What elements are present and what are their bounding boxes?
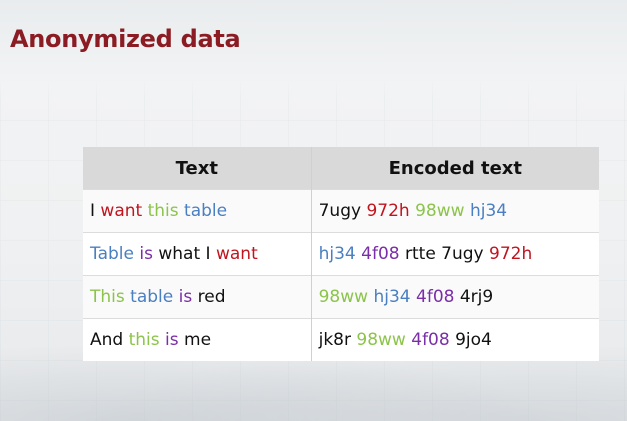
word-segment: 98ww (318, 287, 369, 307)
word-segment: want (215, 244, 258, 264)
header-text: Text (83, 147, 312, 190)
word-segment: 4rj9 (454, 287, 494, 307)
table-header-row: Text Encoded text (83, 147, 599, 190)
anonymized-data-table: Text Encoded text I want this table 7ugy … (83, 147, 599, 361)
word-segment: jk8r (318, 330, 357, 350)
cell-encoded-text: 7ugy 972h 98ww hj34 (310, 189, 599, 233)
word-segment: this (147, 201, 179, 221)
word-segment: want (100, 201, 143, 221)
cell-text: Table is what I want (83, 232, 312, 276)
cell-text: I want this table (83, 189, 312, 233)
table-row: This table is red 98ww hj34 4f08 4rj9 (83, 275, 599, 319)
cell-encoded-text: 98ww hj34 4f08 4rj9 (310, 275, 599, 319)
word-segment: what I (152, 244, 216, 264)
word-segment: 7ugy (318, 201, 367, 221)
word-segment: Table (90, 244, 134, 264)
word-segment: 972h (489, 244, 533, 264)
table-row: I want this table 7ugy 972h 98ww hj34 (83, 189, 599, 233)
word-segment: I (90, 201, 101, 221)
word-segment: 972h (366, 201, 410, 221)
word-segment: is (178, 287, 193, 307)
word-segment: 4f08 (411, 330, 450, 350)
table-row: Table is what I want hj34 4f08 rtte 7ugy … (83, 232, 599, 276)
cell-text: This table is red (83, 275, 312, 319)
word-segment: me (178, 330, 212, 350)
header-encoded-text: Encoded text (310, 147, 599, 190)
cell-encoded-text: hj34 4f08 rtte 7ugy 972h (310, 232, 599, 276)
cell-text: And this is me (83, 318, 312, 361)
word-segment: 98ww (415, 201, 465, 221)
slide-title: Anonymized data (10, 25, 241, 53)
word-segment: red (192, 287, 226, 307)
word-segment: 4f08 (361, 244, 400, 264)
word-segment: hj34 (318, 244, 356, 264)
cell-encoded-text: jk8r 98ww 4f08 9jo4 (310, 318, 599, 361)
table-body: I want this table 7ugy 972h 98ww hj34 Tabl… (83, 189, 599, 361)
word-segment: table (184, 201, 228, 221)
word-segment: This (90, 287, 125, 307)
word-segment: is (139, 244, 153, 264)
word-segment: this (128, 330, 160, 350)
word-segment: is (165, 330, 179, 350)
word-segment: rtte 7ugy (399, 244, 490, 264)
word-segment: table (130, 287, 174, 307)
word-segment: hj34 (373, 287, 411, 307)
word-segment: hj34 (469, 201, 508, 221)
word-segment: 98ww (356, 330, 406, 350)
word-segment: And (90, 330, 129, 350)
word-segment: 4f08 (416, 287, 455, 307)
word-segment: 9jo4 (449, 330, 492, 350)
table-row: And this is me jk8r 98ww 4f08 9jo4 (83, 318, 599, 361)
